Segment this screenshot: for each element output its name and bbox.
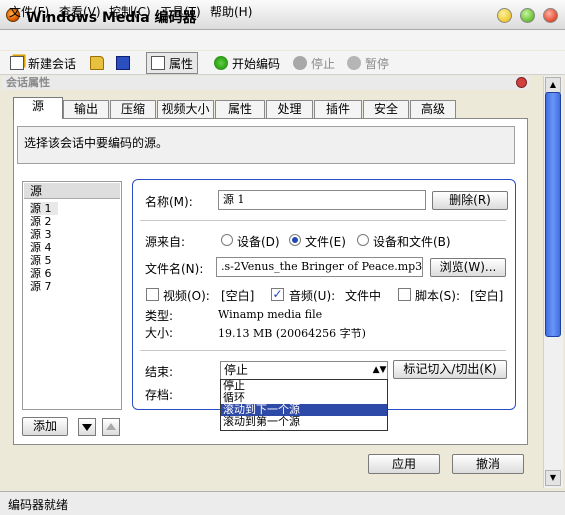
tab-attributes[interactable]: 属性	[215, 100, 265, 118]
minimize-button[interactable]	[497, 8, 512, 23]
radio-device[interactable]	[221, 234, 233, 246]
move-up-button[interactable]	[102, 418, 120, 436]
stop-button[interactable]: 停止	[289, 52, 339, 74]
video-checkbox[interactable]	[146, 288, 159, 301]
radio-device-label: 设备(D)	[237, 235, 280, 249]
filename-field[interactable]: .s-2Venus_the Bringer of Peace.mp3	[216, 257, 423, 277]
play-icon	[214, 56, 228, 70]
scroll-down-icon[interactable]: ▼	[545, 470, 561, 486]
new-session-label: 新建会话	[28, 56, 77, 71]
save-button[interactable]	[112, 52, 134, 74]
tab-processing[interactable]: 处理	[266, 100, 313, 118]
start-encoding-label: 开始编码	[232, 56, 281, 71]
scroll-up-icon[interactable]: ▲	[545, 77, 561, 93]
properties-button[interactable]: 属性	[146, 52, 199, 74]
archive-label: 存档:	[145, 388, 174, 402]
start-encoding-button[interactable]: 开始编码	[210, 52, 284, 74]
folder-open-icon	[90, 56, 104, 70]
close-button[interactable]	[543, 8, 558, 23]
maximize-button[interactable]	[520, 8, 535, 23]
list-item[interactable]: 源 5	[30, 254, 58, 267]
menu-help[interactable]: 帮助(H)	[210, 3, 252, 20]
new-session-button[interactable]: 新建会话	[6, 52, 80, 74]
script-value: [空白]	[470, 289, 504, 303]
status-text: 编码器就绪	[8, 498, 69, 512]
tab-video-size[interactable]: 视频大小	[157, 100, 214, 118]
source-list-header: 源	[24, 183, 120, 199]
end-dropdown-list: 停止 循环 滚动到下一个源 滚动到第一个源	[220, 379, 388, 431]
script-checkbox[interactable]	[398, 288, 411, 301]
pause-icon	[347, 56, 361, 70]
divider	[140, 220, 506, 221]
status-bar: 编码器就绪	[0, 491, 565, 515]
dropdown-option[interactable]: 滚动到第一个源	[221, 416, 387, 428]
browse-button[interactable]: 浏览(W)...	[430, 258, 506, 277]
video-label: 视频(O):	[163, 289, 210, 303]
name-field[interactable]: 源 1	[218, 190, 426, 210]
list-item[interactable]: 源 1	[30, 202, 58, 215]
stop-label: 停止	[311, 56, 336, 71]
mark-in-out-button[interactable]: 标记切入/切出(K)	[393, 360, 507, 379]
audio-value: 文件中	[345, 289, 382, 303]
type-value: Winamp media file	[218, 308, 323, 321]
name-label: 名称(M):	[145, 195, 193, 209]
tab-output[interactable]: 输出	[63, 100, 109, 118]
open-button[interactable]	[86, 52, 108, 74]
properties-label: 属性	[169, 56, 194, 71]
radio-device-and-file-label: 设备和文件(B)	[373, 235, 451, 249]
menu-tools[interactable]: 工具(T)	[160, 3, 201, 20]
move-down-button[interactable]	[78, 418, 96, 436]
cancel-button[interactable]: 撤消	[452, 454, 524, 474]
menu-file[interactable]: 文件(F)	[9, 3, 49, 20]
stop-icon	[293, 56, 307, 70]
tab-compression[interactable]: 压缩	[110, 100, 156, 118]
tab-security[interactable]: 安全	[363, 100, 409, 118]
video-value: [空白]	[221, 289, 255, 303]
list-item[interactable]: 源 4	[30, 241, 58, 254]
new-document-icon	[10, 56, 24, 70]
source-from-label: 源来自:	[145, 235, 186, 249]
size-label: 大小:	[145, 326, 174, 340]
session-properties-header: 会话属性	[2, 76, 530, 90]
list-item[interactable]: 源 2	[30, 215, 58, 228]
arrow-down-icon	[82, 424, 92, 431]
radio-file[interactable]	[289, 234, 301, 246]
divider	[140, 350, 506, 351]
audio-checkbox[interactable]: ✓	[271, 288, 284, 301]
list-item[interactable]: 源 7	[30, 280, 58, 293]
arrow-up-icon	[106, 423, 116, 430]
menu-bar	[0, 30, 565, 50]
filename-label: 文件名(N):	[145, 262, 204, 276]
radio-device-and-file[interactable]	[357, 234, 369, 246]
tab-advanced[interactable]: 高级	[410, 100, 456, 118]
apply-button[interactable]: 应用	[368, 454, 440, 474]
panel-close-icon[interactable]	[516, 77, 527, 88]
delete-button[interactable]: 删除(R)	[432, 191, 508, 210]
audio-label: 音频(U):	[289, 289, 336, 303]
add-button[interactable]: 添加	[22, 417, 68, 436]
radio-file-label: 文件(E)	[305, 235, 346, 249]
menu-control[interactable]: 控制(C)	[109, 3, 151, 20]
script-label: 脚本(S):	[415, 289, 461, 303]
properties-icon	[151, 56, 165, 70]
size-value: 19.13 MB (20064256 字节)	[218, 327, 366, 340]
end-label: 结束:	[145, 365, 174, 379]
dropdown-option[interactable]: 停止	[221, 380, 387, 392]
menu-view[interactable]: 查看(V)	[59, 3, 101, 20]
pause-label: 暂停	[365, 56, 390, 71]
scroll-thumb[interactable]	[545, 92, 561, 337]
type-label: 类型:	[145, 309, 174, 323]
end-select[interactable]: 停止	[220, 361, 388, 380]
save-disk-icon	[116, 56, 130, 70]
tab-source[interactable]: 源	[13, 97, 63, 119]
pause-button[interactable]: 暂停	[343, 52, 393, 74]
tab-plugins[interactable]: 插件	[314, 100, 362, 118]
dropdown-arrow-icon[interactable]: ▲▼	[372, 362, 387, 379]
description-box: 选择该会话中要编码的源。	[17, 126, 515, 164]
list-item[interactable]: 源 6	[30, 267, 58, 280]
list-item[interactable]: 源 3	[30, 228, 58, 241]
